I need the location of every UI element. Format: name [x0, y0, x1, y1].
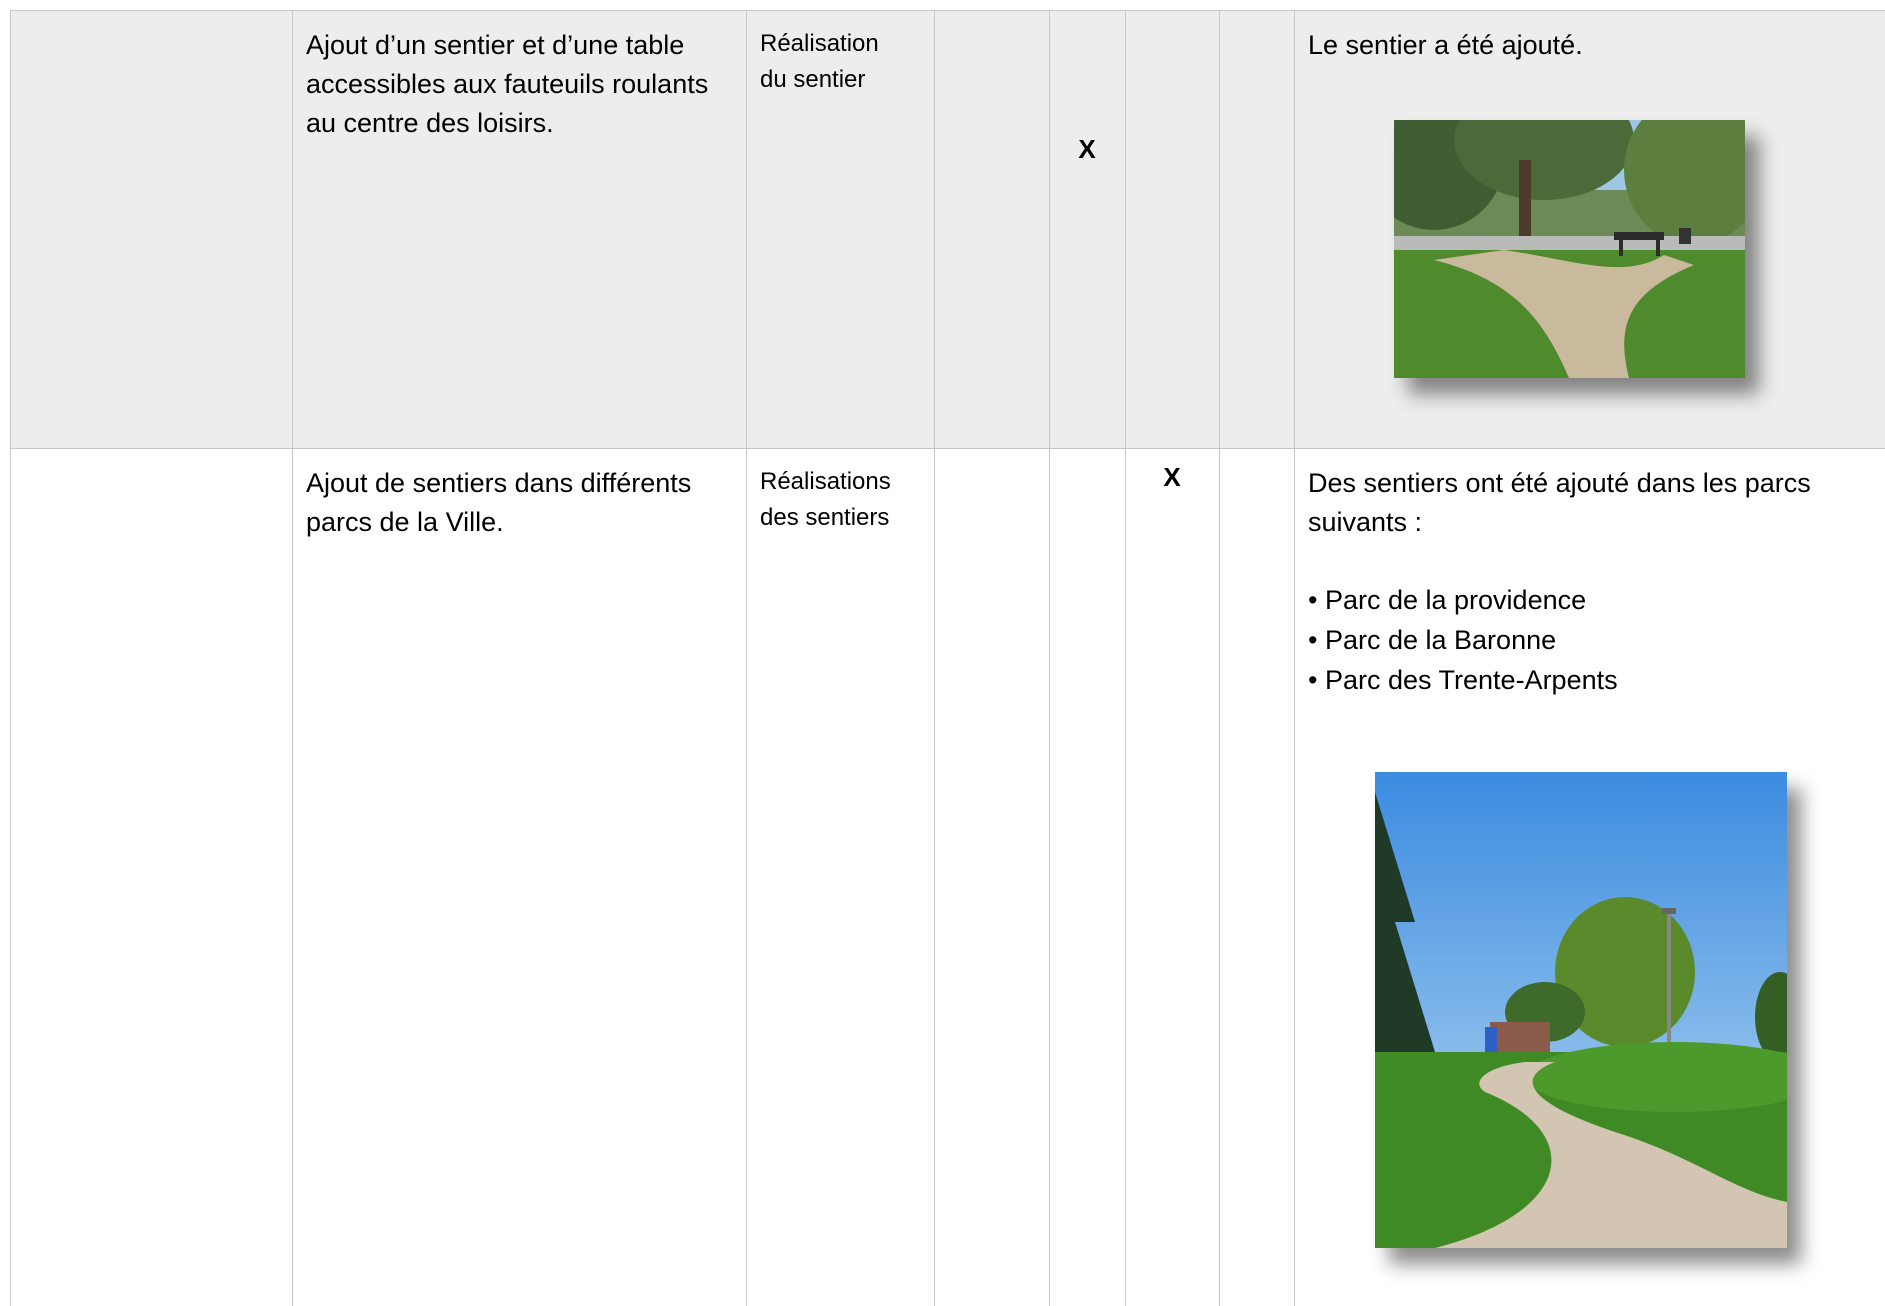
column-divider: [1294, 448, 1295, 1306]
status-x-mark: X: [1078, 134, 1096, 164]
status-cell: [934, 448, 1049, 1306]
list-item: Parc de la providence: [1308, 580, 1885, 620]
indicator-text: Réalisations des sentiers: [760, 468, 891, 531]
row-divider: [10, 448, 1885, 449]
park-list: Parc de la providence Parc de la Baronne…: [1294, 580, 1885, 700]
status-cell: X: [1125, 448, 1219, 1306]
indicator-text: Réalisation du sentier: [760, 30, 879, 93]
status-cell: [934, 10, 1049, 448]
list-item: Parc de la Baronne: [1308, 620, 1885, 660]
park-photo: [1375, 772, 1787, 1248]
column-divider: [1219, 10, 1220, 448]
park-path-image: [1375, 772, 1787, 1248]
column-divider: [292, 10, 293, 448]
path-photo: [1394, 120, 1745, 378]
column-divider: [746, 10, 747, 448]
status-cell: X: [1049, 10, 1125, 448]
indicator-cell: Réalisations des sentiers: [746, 448, 934, 1306]
indicator-cell: Réalisation du sentier: [746, 10, 934, 448]
column-divider: [746, 448, 747, 1306]
column-divider: [292, 448, 293, 1306]
column-divider: [1049, 448, 1050, 1306]
status-cell: [1219, 10, 1294, 448]
result-text: Des sentiers ont été ajouté dans les par…: [1308, 468, 1811, 537]
column-divider: [1125, 448, 1126, 1306]
table-row: Ajout de sentiers dans différents parcs …: [10, 448, 1885, 1306]
category-cell: [10, 10, 292, 448]
column-divider: [1219, 448, 1220, 1306]
column-divider: [934, 448, 935, 1306]
park-path-image: [1394, 120, 1745, 378]
column-divider: [1049, 10, 1050, 448]
status-x-mark: X: [1163, 462, 1181, 492]
result-text: Le sentier a été ajouté.: [1308, 30, 1583, 60]
table-row: Ajout d’un sentier et d’une table access…: [10, 10, 1885, 448]
result-cell: Le sentier a été ajouté.: [1294, 10, 1885, 448]
category-cell: [10, 448, 292, 1306]
column-divider: [1125, 10, 1126, 448]
list-item: Parc des Trente-Arpents: [1308, 660, 1885, 700]
column-divider: [934, 10, 935, 448]
status-cell: [1219, 448, 1294, 1306]
status-cell: [1125, 10, 1219, 448]
action-cell: Ajout de sentiers dans différents parcs …: [292, 448, 746, 1306]
result-cell: Des sentiers ont été ajouté dans les par…: [1294, 448, 1885, 1306]
table-left-border: [10, 10, 11, 1306]
action-cell: Ajout d’un sentier et d’une table access…: [292, 10, 746, 448]
row-divider: [10, 10, 1885, 11]
action-description: Ajout de sentiers dans différents parcs …: [306, 468, 692, 537]
status-cell: [1049, 448, 1125, 1306]
action-table: Ajout d’un sentier et d’une table access…: [10, 10, 1885, 1306]
action-description: Ajout d’un sentier et d’une table access…: [306, 30, 709, 138]
document-page: Ajout d’un sentier et d’une table access…: [0, 0, 1885, 1306]
column-divider: [1294, 10, 1295, 448]
